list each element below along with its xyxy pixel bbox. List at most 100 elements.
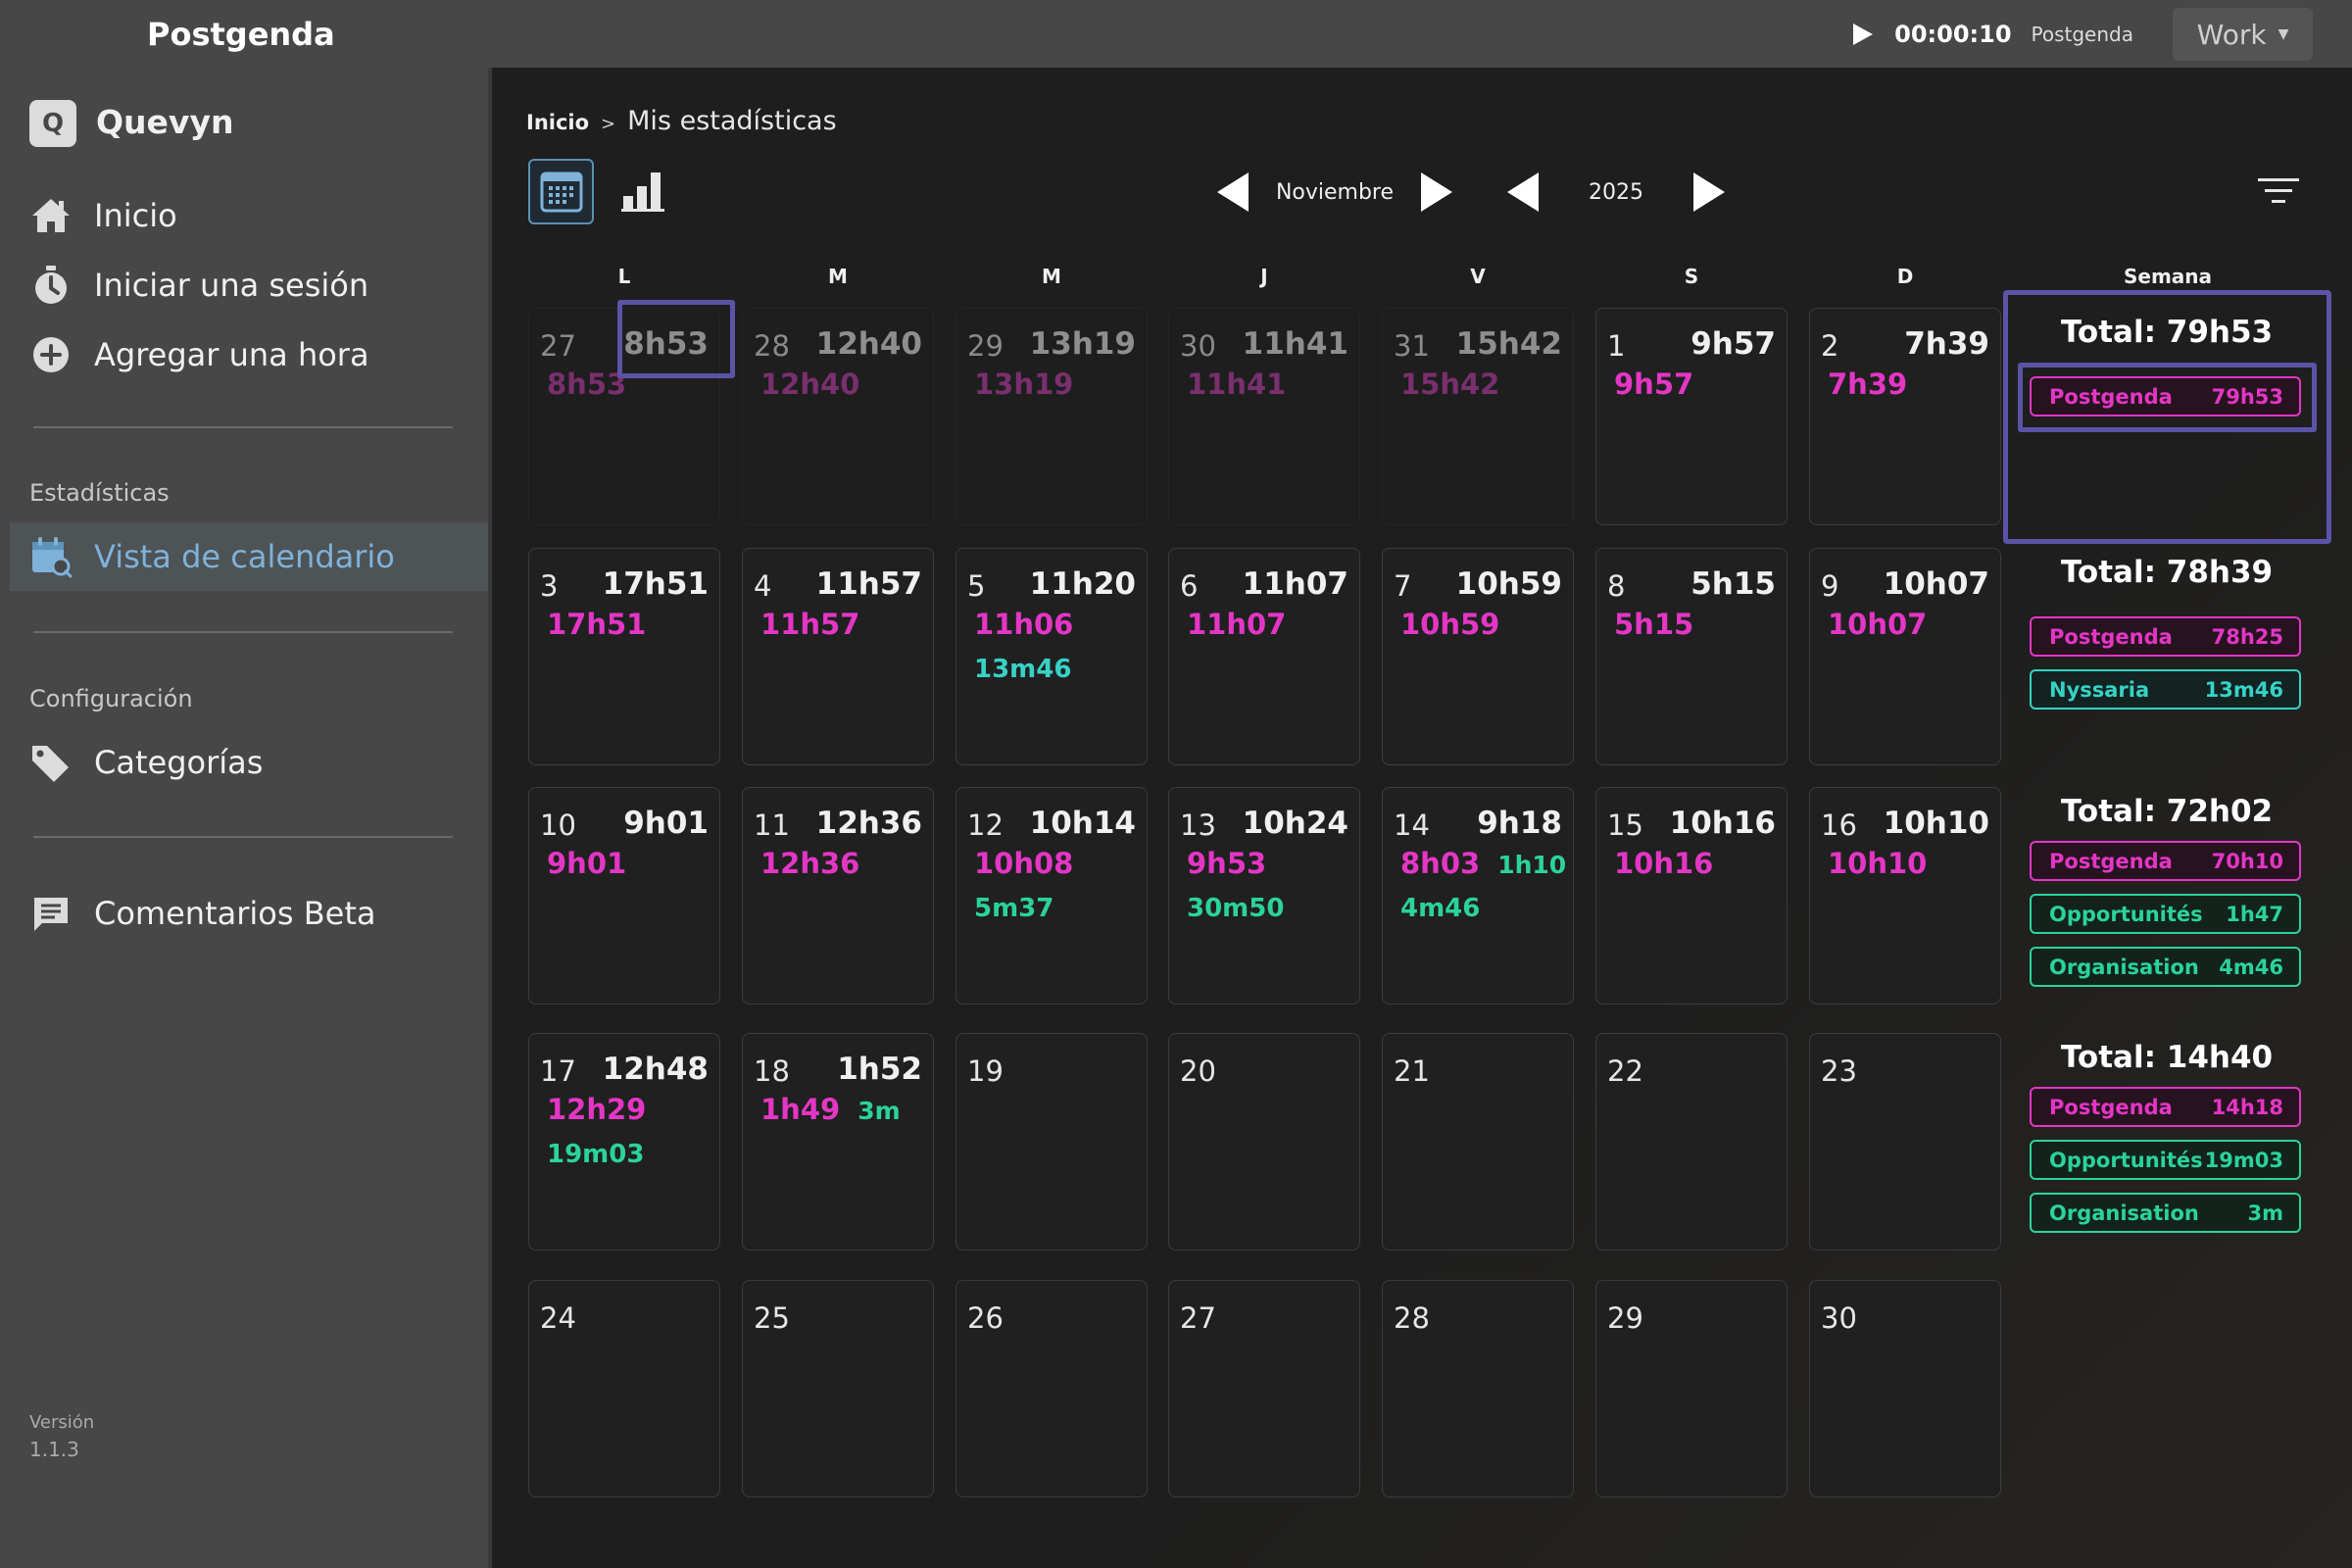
day-number: 6 — [1180, 569, 1199, 603]
day-cell[interactable]: 27 8h53 8h53 — [528, 300, 735, 525]
day-total: 11h20 — [1029, 566, 1136, 602]
week-total: Total: 78h39 — [2060, 555, 2274, 590]
day-total: 11h41 — [1242, 326, 1348, 362]
entry-duration: 12h36 — [760, 847, 860, 880]
sidebar-item-iniciar-sesion[interactable]: Iniciar una sesión — [29, 261, 461, 310]
day-number: 18 — [754, 1054, 790, 1088]
sidebar-item-calendar-view[interactable]: Vista de calendario — [29, 532, 461, 581]
calendar-view-button[interactable] — [528, 159, 594, 224]
day-entry-primary: 11h57 — [760, 608, 859, 641]
day-cell[interactable]: 31 15h42 15h42 — [1382, 308, 1574, 525]
day-cell[interactable]: 30 — [1809, 1280, 2001, 1497]
day-total: 9h01 — [623, 806, 709, 841]
day-number: 28 — [754, 329, 790, 363]
category-name: Postgenda — [2049, 1095, 2173, 1119]
day-cell[interactable]: 27 — [1168, 1280, 1360, 1497]
day-cell[interactable]: 23 — [1809, 1033, 2001, 1250]
day-cell[interactable]: 29 — [1595, 1280, 1788, 1497]
day-cell[interactable]: 6 11h07 11h07 — [1168, 548, 1360, 765]
entry-duration: 1h49 — [760, 1093, 841, 1126]
day-cell[interactable]: 11 12h36 12h36 — [742, 787, 934, 1004]
entry-duration-secondary: 3m — [858, 1097, 901, 1125]
day-total: 8h53 — [623, 326, 709, 362]
category-pill[interactable]: Nyssaria 13m46 — [2030, 669, 2301, 710]
day-number: 12 — [967, 808, 1004, 842]
category-duration: 3m — [2247, 1200, 2284, 1225]
day-number: 2 — [1821, 329, 1839, 363]
day-entry-primary: 10h16 — [1614, 847, 1713, 880]
day-cell[interactable]: 3 17h51 17h51 — [528, 548, 720, 765]
sidebar-item-agregar-hora[interactable]: Agregar una hora — [29, 330, 461, 379]
day-cell[interactable]: 10 9h01 9h01 — [528, 787, 720, 1004]
category-duration: 1h47 — [2226, 902, 2283, 926]
day-cell[interactable]: 29 13h19 13h19 — [956, 308, 1148, 525]
day-cell[interactable]: 16 10h10 10h10 — [1809, 787, 2001, 1004]
day-cell[interactable]: 28 — [1382, 1280, 1574, 1497]
day-total: 17h51 — [602, 566, 709, 602]
entry-duration: 10h16 — [1614, 847, 1714, 880]
day-cell[interactable]: 26 — [956, 1280, 1148, 1497]
day-cell[interactable]: 15 10h16 10h16 — [1595, 787, 1788, 1004]
day-cell[interactable]: 22 — [1595, 1033, 1788, 1250]
filter-icon[interactable] — [2258, 174, 2299, 208]
day-cell[interactable]: 24 — [528, 1280, 720, 1497]
day-cell[interactable]: 18 1h52 1h49 3m — [742, 1033, 934, 1250]
day-entry-secondary: 5m37 — [974, 894, 1054, 923]
day-cell[interactable]: 25 — [742, 1280, 934, 1497]
day-cell[interactable]: 30 11h41 11h41 — [1168, 308, 1360, 525]
breadcrumb-home[interactable]: Inicio — [526, 111, 589, 134]
sidebar-item-inicio[interactable]: Inicio — [29, 191, 461, 240]
day-cell[interactable]: 1 9h57 9h57 — [1595, 308, 1788, 525]
day-cell[interactable]: 20 — [1168, 1033, 1360, 1250]
day-number: 21 — [1394, 1054, 1430, 1088]
day-entry-primary: 1h49 3m — [760, 1093, 901, 1126]
day-cell[interactable]: 19 — [956, 1033, 1148, 1250]
breadcrumb: Inicio > Mis estadísticas — [526, 106, 837, 136]
day-cell[interactable]: 7 10h59 10h59 — [1382, 548, 1574, 765]
sidebar-item-categorias[interactable]: Categorías — [29, 738, 461, 787]
prev-month-icon[interactable] — [1213, 171, 1252, 214]
day-cell[interactable]: 28 12h40 12h40 — [742, 308, 934, 525]
day-entry-primary: 12h29 — [547, 1093, 646, 1126]
day-cell[interactable]: 9 10h07 10h07 — [1809, 548, 2001, 765]
prev-year-icon[interactable] — [1503, 171, 1543, 214]
workspace-select[interactable]: Work ▼ — [2173, 8, 2313, 61]
day-total: 10h14 — [1029, 806, 1136, 841]
day-cell[interactable]: 8 5h15 5h15 — [1595, 548, 1788, 765]
play-icon[interactable] — [1849, 22, 1875, 47]
bar-chart-icon[interactable] — [619, 165, 670, 216]
day-number: 3 — [540, 569, 559, 603]
day-entry-primary: 7h39 — [1828, 368, 1907, 401]
category-pill[interactable]: Opportunités 1h47 — [2030, 894, 2301, 934]
weekday-header: M — [1042, 265, 1061, 288]
next-year-icon[interactable] — [1690, 171, 1729, 214]
next-month-icon[interactable] — [1417, 171, 1456, 214]
day-cell[interactable]: 14 9h18 8h03 1h10 4m46 — [1382, 787, 1574, 1004]
entry-duration: 9h57 — [1614, 368, 1694, 401]
day-total: 10h16 — [1669, 806, 1776, 841]
day-cell[interactable]: 5 11h20 11h06 13m46 — [956, 548, 1148, 765]
day-total: 7h39 — [1904, 326, 1989, 362]
entry-duration: 8h53 — [547, 368, 627, 401]
category-duration: 14h18 — [2211, 1095, 2283, 1119]
day-cell[interactable]: 21 — [1382, 1033, 1574, 1250]
category-pill[interactable]: Opportunités 19m03 — [2030, 1140, 2301, 1180]
entry-duration: 10h59 — [1400, 608, 1500, 641]
day-cell[interactable]: 13 10h24 9h53 30m50 — [1168, 787, 1360, 1004]
category-pill[interactable]: Organisation 4m46 — [2030, 947, 2301, 987]
day-total: 10h59 — [1455, 566, 1562, 602]
sidebar-item-feedback[interactable]: Comentarios Beta — [29, 889, 461, 938]
day-total: 10h24 — [1242, 806, 1348, 841]
day-cell[interactable]: 2 7h39 7h39 — [1809, 308, 2001, 525]
day-number: 7 — [1394, 569, 1412, 603]
day-number: 31 — [1394, 329, 1430, 363]
category-pill[interactable]: Postgenda 70h10 — [2030, 841, 2301, 881]
day-cell[interactable]: 17 12h48 12h29 19m03 — [528, 1033, 720, 1250]
day-total: 13h19 — [1029, 326, 1136, 362]
category-pill[interactable]: Organisation 3m — [2030, 1193, 2301, 1233]
entry-duration: 17h51 — [547, 608, 647, 641]
category-pill[interactable]: Postgenda 14h18 — [2030, 1087, 2301, 1127]
category-pill[interactable]: Postgenda 78h25 — [2030, 616, 2301, 657]
day-cell[interactable]: 12 10h14 10h08 5m37 — [956, 787, 1148, 1004]
day-cell[interactable]: 4 11h57 11h57 — [742, 548, 934, 765]
